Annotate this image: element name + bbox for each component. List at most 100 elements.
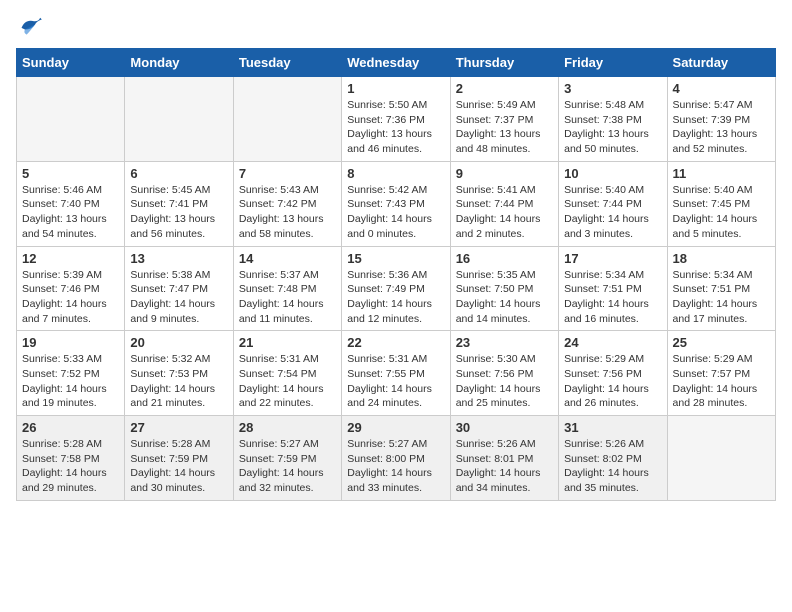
- calendar-cell: 18 Sunrise: 5:34 AMSunset: 7:51 PMDayligh…: [667, 246, 775, 331]
- day-detail: Sunrise: 5:41 AMSunset: 7:44 PMDaylight:…: [456, 183, 553, 242]
- day-number: 16: [456, 251, 553, 266]
- calendar-cell: 3 Sunrise: 5:48 AMSunset: 7:38 PMDaylight…: [559, 77, 667, 162]
- calendar-cell: 9 Sunrise: 5:41 AMSunset: 7:44 PMDaylight…: [450, 161, 558, 246]
- calendar-cell: 23 Sunrise: 5:30 AMSunset: 7:56 PMDayligh…: [450, 331, 558, 416]
- calendar-cell: 13 Sunrise: 5:38 AMSunset: 7:47 PMDayligh…: [125, 246, 233, 331]
- calendar-cell: 16 Sunrise: 5:35 AMSunset: 7:50 PMDayligh…: [450, 246, 558, 331]
- logo-icon: [16, 16, 44, 38]
- calendar-cell: [667, 416, 775, 501]
- calendar-week-row: 19 Sunrise: 5:33 AMSunset: 7:52 PMDayligh…: [17, 331, 776, 416]
- calendar-cell: [233, 77, 341, 162]
- calendar-cell: 11 Sunrise: 5:40 AMSunset: 7:45 PMDayligh…: [667, 161, 775, 246]
- day-detail: Sunrise: 5:30 AMSunset: 7:56 PMDaylight:…: [456, 352, 553, 411]
- day-number: 10: [564, 166, 661, 181]
- day-detail: Sunrise: 5:48 AMSunset: 7:38 PMDaylight:…: [564, 98, 661, 157]
- day-number: 18: [673, 251, 770, 266]
- calendar-cell: [125, 77, 233, 162]
- weekday-header-monday: Monday: [125, 49, 233, 77]
- day-number: 8: [347, 166, 444, 181]
- weekday-header-tuesday: Tuesday: [233, 49, 341, 77]
- calendar-table: SundayMondayTuesdayWednesdayThursdayFrid…: [16, 48, 776, 501]
- day-detail: Sunrise: 5:40 AMSunset: 7:45 PMDaylight:…: [673, 183, 770, 242]
- day-detail: Sunrise: 5:49 AMSunset: 7:37 PMDaylight:…: [456, 98, 553, 157]
- calendar-cell: 1 Sunrise: 5:50 AMSunset: 7:36 PMDaylight…: [342, 77, 450, 162]
- day-detail: Sunrise: 5:38 AMSunset: 7:47 PMDaylight:…: [130, 268, 227, 327]
- day-detail: Sunrise: 5:43 AMSunset: 7:42 PMDaylight:…: [239, 183, 336, 242]
- day-number: 31: [564, 420, 661, 435]
- day-detail: Sunrise: 5:50 AMSunset: 7:36 PMDaylight:…: [347, 98, 444, 157]
- day-detail: Sunrise: 5:33 AMSunset: 7:52 PMDaylight:…: [22, 352, 119, 411]
- calendar-cell: 17Sunrise: 5:34 AMSunset: 7:51 PMDayligh…: [559, 246, 667, 331]
- day-number: 11: [673, 166, 770, 181]
- day-detail: Sunrise: 5:39 AMSunset: 7:46 PMDaylight:…: [22, 268, 119, 327]
- day-detail: Sunrise: 5:47 AMSunset: 7:39 PMDaylight:…: [673, 98, 770, 157]
- day-number: 14: [239, 251, 336, 266]
- day-detail: Sunrise: 5:36 AMSunset: 7:49 PMDaylight:…: [347, 268, 444, 327]
- calendar-cell: 28 Sunrise: 5:27 AMSunset: 7:59 PMDayligh…: [233, 416, 341, 501]
- calendar-cell: 27 Sunrise: 5:28 AMSunset: 7:59 PMDayligh…: [125, 416, 233, 501]
- day-number: 29: [347, 420, 444, 435]
- day-detail: Sunrise: 5:26 AMSunset: 8:01 PMDaylight:…: [456, 437, 553, 496]
- calendar-cell: 29 Sunrise: 5:27 AMSunset: 8:00 PMDayligh…: [342, 416, 450, 501]
- weekday-header-friday: Friday: [559, 49, 667, 77]
- calendar-cell: 25Sunrise: 5:29 AMSunset: 7:57 PMDayligh…: [667, 331, 775, 416]
- weekday-header-sunday: Sunday: [17, 49, 125, 77]
- day-number: 19: [22, 335, 119, 350]
- day-detail: Sunrise: 5:40 AMSunset: 7:44 PMDaylight:…: [564, 183, 661, 242]
- calendar-cell: 21Sunrise: 5:31 AMSunset: 7:54 PMDayligh…: [233, 331, 341, 416]
- calendar-cell: 24 Sunrise: 5:29 AMSunset: 7:56 PMDayligh…: [559, 331, 667, 416]
- day-detail: Sunrise: 5:29 AMSunset: 7:56 PMDaylight:…: [564, 352, 661, 411]
- day-number: 21: [239, 335, 336, 350]
- day-number: 22: [347, 335, 444, 350]
- calendar-cell: 12Sunrise: 5:39 AMSunset: 7:46 PMDayligh…: [17, 246, 125, 331]
- day-number: 13: [130, 251, 227, 266]
- day-detail: Sunrise: 5:35 AMSunset: 7:50 PMDaylight:…: [456, 268, 553, 327]
- day-number: 20: [130, 335, 227, 350]
- calendar-week-row: 12Sunrise: 5:39 AMSunset: 7:46 PMDayligh…: [17, 246, 776, 331]
- day-number: 5: [22, 166, 119, 181]
- day-detail: Sunrise: 5:31 AMSunset: 7:55 PMDaylight:…: [347, 352, 444, 411]
- day-detail: Sunrise: 5:45 AMSunset: 7:41 PMDaylight:…: [130, 183, 227, 242]
- weekday-header-row: SundayMondayTuesdayWednesdayThursdayFrid…: [17, 49, 776, 77]
- day-detail: Sunrise: 5:42 AMSunset: 7:43 PMDaylight:…: [347, 183, 444, 242]
- day-number: 3: [564, 81, 661, 96]
- day-number: 24: [564, 335, 661, 350]
- day-detail: Sunrise: 5:34 AMSunset: 7:51 PMDaylight:…: [564, 268, 661, 327]
- calendar-cell: 31 Sunrise: 5:26 AMSunset: 8:02 PMDayligh…: [559, 416, 667, 501]
- calendar-cell: 7 Sunrise: 5:43 AMSunset: 7:42 PMDaylight…: [233, 161, 341, 246]
- calendar-week-row: 26Sunrise: 5:28 AMSunset: 7:58 PMDayligh…: [17, 416, 776, 501]
- day-detail: Sunrise: 5:34 AMSunset: 7:51 PMDaylight:…: [673, 268, 770, 327]
- day-number: 23: [456, 335, 553, 350]
- calendar-week-row: 1 Sunrise: 5:50 AMSunset: 7:36 PMDaylight…: [17, 77, 776, 162]
- calendar-cell: 6 Sunrise: 5:45 AMSunset: 7:41 PMDaylight…: [125, 161, 233, 246]
- calendar-cell: 26Sunrise: 5:28 AMSunset: 7:58 PMDayligh…: [17, 416, 125, 501]
- day-number: 28: [239, 420, 336, 435]
- calendar-cell: 5Sunrise: 5:46 AMSunset: 7:40 PMDaylight…: [17, 161, 125, 246]
- logo: [16, 16, 48, 38]
- day-number: 30: [456, 420, 553, 435]
- calendar-cell: 30 Sunrise: 5:26 AMSunset: 8:01 PMDayligh…: [450, 416, 558, 501]
- weekday-header-thursday: Thursday: [450, 49, 558, 77]
- day-detail: Sunrise: 5:27 AMSunset: 7:59 PMDaylight:…: [239, 437, 336, 496]
- day-number: 7: [239, 166, 336, 181]
- day-number: 9: [456, 166, 553, 181]
- calendar-cell: 8 Sunrise: 5:42 AMSunset: 7:43 PMDaylight…: [342, 161, 450, 246]
- day-detail: Sunrise: 5:32 AMSunset: 7:53 PMDaylight:…: [130, 352, 227, 411]
- day-detail: Sunrise: 5:28 AMSunset: 7:59 PMDaylight:…: [130, 437, 227, 496]
- day-detail: Sunrise: 5:37 AMSunset: 7:48 PMDaylight:…: [239, 268, 336, 327]
- day-detail: Sunrise: 5:27 AMSunset: 8:00 PMDaylight:…: [347, 437, 444, 496]
- day-number: 4: [673, 81, 770, 96]
- day-number: 26: [22, 420, 119, 435]
- calendar-cell: 2 Sunrise: 5:49 AMSunset: 7:37 PMDaylight…: [450, 77, 558, 162]
- page-header: [16, 16, 776, 38]
- day-number: 6: [130, 166, 227, 181]
- weekday-header-saturday: Saturday: [667, 49, 775, 77]
- day-number: 27: [130, 420, 227, 435]
- calendar-cell: 19 Sunrise: 5:33 AMSunset: 7:52 PMDayligh…: [17, 331, 125, 416]
- calendar-cell: 14 Sunrise: 5:37 AMSunset: 7:48 PMDayligh…: [233, 246, 341, 331]
- day-detail: Sunrise: 5:29 AMSunset: 7:57 PMDaylight:…: [673, 352, 770, 411]
- day-detail: Sunrise: 5:26 AMSunset: 8:02 PMDaylight:…: [564, 437, 661, 496]
- day-number: 1: [347, 81, 444, 96]
- day-number: 2: [456, 81, 553, 96]
- calendar-cell: [17, 77, 125, 162]
